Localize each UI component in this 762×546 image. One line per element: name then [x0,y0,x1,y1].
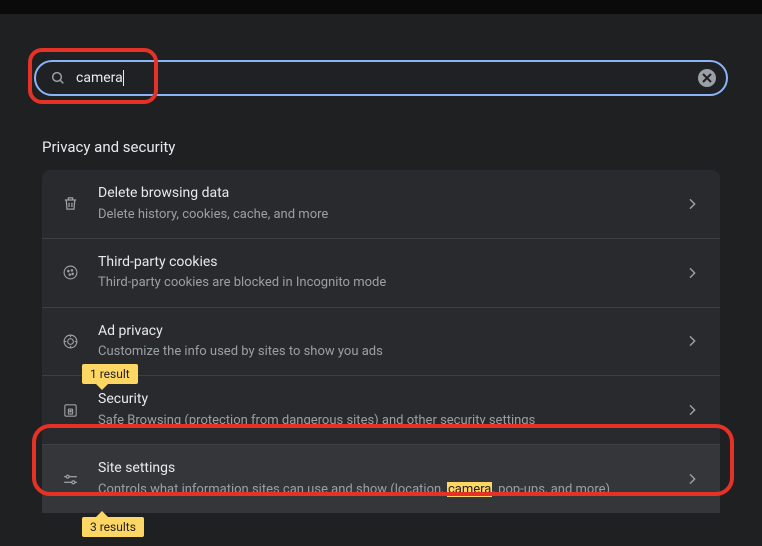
window-topbar [0,0,762,14]
sub-post: , pop-ups, and more) [492,482,610,497]
close-icon [702,73,712,83]
row-third-party-cookies[interactable]: Third-party cookies Third-party cookies … [42,238,720,307]
row-text: Delete browsing data Delete history, coo… [98,184,674,224]
row-subtitle: Customize the info used by sites to show… [98,343,674,361]
row-security[interactable]: 1 result Security Safe Browsing (protect… [42,375,720,444]
row-subtitle: Third-party cookies are blocked in Incog… [98,274,674,292]
section-title: Privacy and security [42,138,762,156]
result-badge: 1 result [82,364,138,384]
chevron-right-icon [684,196,700,212]
ad-privacy-icon [60,331,80,351]
result-badge: 3 results [82,517,144,537]
highlight-match: camera [447,482,492,497]
clear-search-button[interactable] [698,69,716,87]
search-input[interactable]: camera [76,70,698,86]
row-subtitle: Controls what information sites can use … [98,481,674,499]
row-site-settings[interactable]: Site settings Controls what information … [42,444,720,513]
text-cursor [123,70,124,86]
badge-tip-icon [96,511,108,517]
sub-pre: Controls what information sites can use … [98,482,447,497]
row-ad-privacy[interactable]: Ad privacy Customize the info used by si… [42,307,720,376]
trash-icon [60,194,80,214]
row-text: Third-party cookies Third-party cookies … [98,253,674,293]
chevron-right-icon [684,471,700,487]
row-subtitle: Delete history, cookies, cache, and more [98,206,674,224]
badge-text: 3 results [90,520,136,534]
row-delete-browsing-data[interactable]: Delete browsing data Delete history, coo… [42,170,720,238]
chevron-right-icon [684,333,700,349]
row-title: Third-party cookies [98,253,674,273]
row-title: Delete browsing data [98,184,674,204]
search-value: camera [76,70,123,86]
search-icon [50,70,66,86]
search-container: camera [34,60,728,96]
row-text: Security Safe Browsing (protection from … [98,390,674,430]
security-icon [60,400,80,420]
settings-card: Delete browsing data Delete history, coo… [42,170,720,513]
row-text: Ad privacy Customize the info used by si… [98,322,674,362]
sliders-icon [60,469,80,489]
cookie-icon [60,263,80,283]
badge-text: 1 result [90,367,130,381]
chevron-right-icon [684,402,700,418]
row-title: Security [98,390,674,410]
badge-tip-icon [96,384,108,390]
search-field[interactable]: camera [34,60,728,96]
chevron-right-icon [684,265,700,281]
row-subtitle: Safe Browsing (protection from dangerous… [98,412,674,430]
row-title: Ad privacy [98,322,674,342]
row-text: Site settings Controls what information … [98,459,674,499]
row-title: Site settings [98,459,674,479]
